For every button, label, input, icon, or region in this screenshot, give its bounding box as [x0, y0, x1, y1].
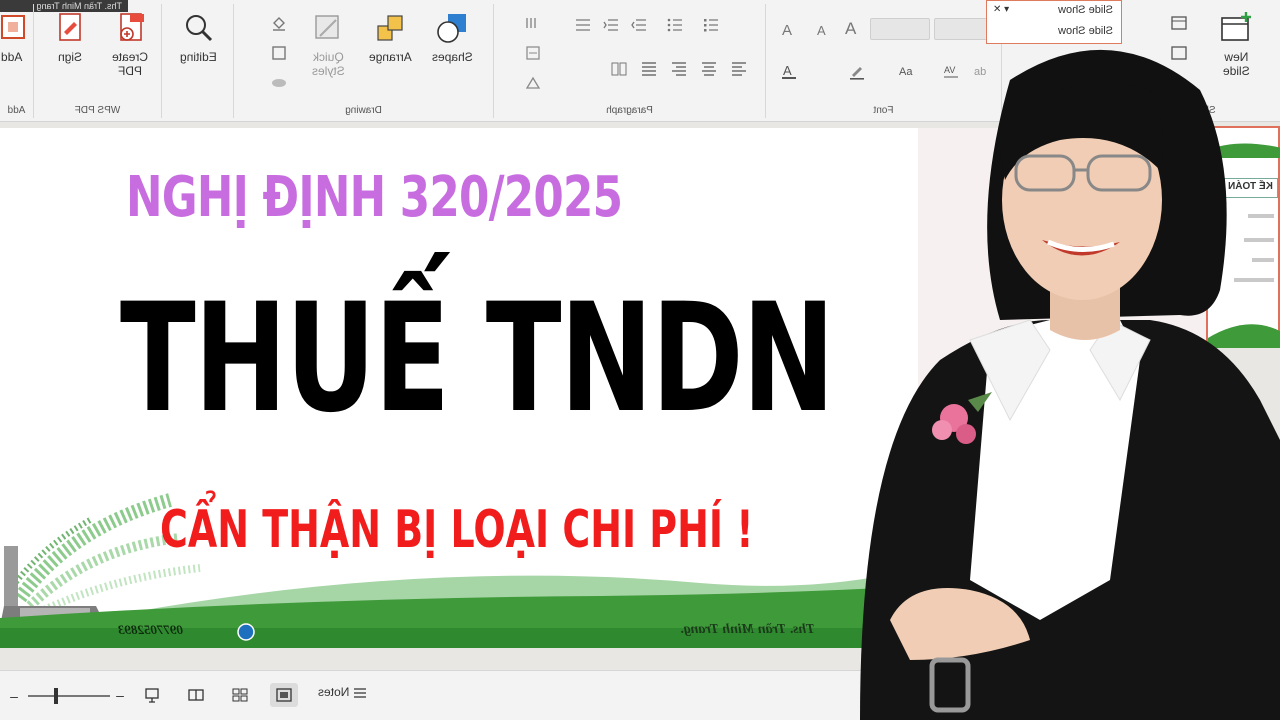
magnifier-icon [186, 15, 213, 42]
normal-view-icon[interactable] [270, 683, 298, 707]
indent-icon[interactable] [602, 16, 620, 34]
create-pdf-button[interactable]: Create PDF [104, 10, 156, 100]
add-button[interactable]: Add [0, 10, 34, 100]
zoom-slider-thumb[interactable] [54, 688, 58, 704]
notes-button[interactable]: Notes [318, 685, 367, 699]
justify-icon[interactable] [640, 60, 658, 78]
footer-author: Ths. Trần Minh Trang. [680, 622, 815, 637]
ribbon-group-add: Add Add [0, 4, 34, 118]
slide-warning-text: CẨN THẬN BỊ LOẠI CHI PHÍ ! [160, 500, 754, 560]
presenter-photo [860, 49, 1280, 720]
notes-icon [353, 688, 366, 698]
ribbon-group-paragraph: Paragraph [494, 4, 766, 118]
numbered-list-icon[interactable] [666, 16, 684, 34]
close-icon[interactable]: ✕ ▾ [993, 4, 1009, 15]
zoom-in-icon[interactable]: – [6, 684, 22, 708]
slide-show-view-icon[interactable] [138, 683, 166, 707]
smartart-icon[interactable] [524, 74, 542, 92]
sign-pen-icon [59, 13, 81, 41]
slide-sorter-icon[interactable] [226, 683, 254, 707]
fill-bucket-icon[interactable] [270, 14, 288, 32]
align-center-icon[interactable] [700, 60, 718, 78]
zoom-out-icon[interactable]: – [112, 683, 128, 707]
outdent-icon[interactable] [630, 16, 648, 34]
font-color-icon[interactable]: A [780, 62, 798, 80]
columns-icon[interactable] [610, 60, 628, 78]
align-left-icon[interactable] [730, 60, 748, 78]
align-text-icon[interactable] [524, 44, 542, 62]
arrange-button[interactable]: Arrange [364, 10, 416, 100]
quick-styles-button[interactable]: Quick Styles [302, 10, 354, 100]
zoom-slider-track[interactable] [28, 695, 110, 697]
arrange-icon [377, 15, 403, 41]
company-logo-icon [237, 623, 255, 641]
ribbon-group-drawing: Quick Styles Arrange Shapes Drawing [234, 4, 494, 118]
outline-icon[interactable] [270, 44, 288, 62]
slide-show-item-1[interactable]: Slide Show [1058, 4, 1113, 16]
footer-phone: 0977052893 [118, 622, 183, 637]
ribbon-group-wps-pdf: Sign Create PDF WPS PDF [34, 4, 162, 118]
shapes-icon [437, 14, 466, 43]
ribbon-group-editing: Editing [162, 4, 234, 118]
align-right-icon[interactable] [670, 60, 688, 78]
shapes-button[interactable]: Shapes [426, 10, 478, 100]
effects-icon[interactable] [270, 74, 288, 92]
slide-title-decree: NGHỊ ĐỊNH 320/2025 [126, 165, 623, 230]
pdf-icon [120, 13, 144, 41]
reading-view-icon[interactable] [182, 683, 210, 707]
add-in-icon [1, 15, 25, 39]
line-spacing-icon[interactable] [574, 16, 592, 34]
text-direction-icon[interactable] [524, 14, 542, 32]
quick-styles-icon [315, 15, 339, 39]
svg-text:A: A [783, 63, 792, 78]
svg-text:A: A [782, 22, 792, 38]
clear-formatting-icon[interactable]: A [780, 20, 798, 39]
bullet-list-icon[interactable] [702, 16, 720, 34]
sign-button[interactable]: Sign [44, 10, 96, 100]
editing-button[interactable]: Editing [172, 10, 224, 100]
slide-title-tax: THUẾ TNDN [120, 272, 835, 446]
